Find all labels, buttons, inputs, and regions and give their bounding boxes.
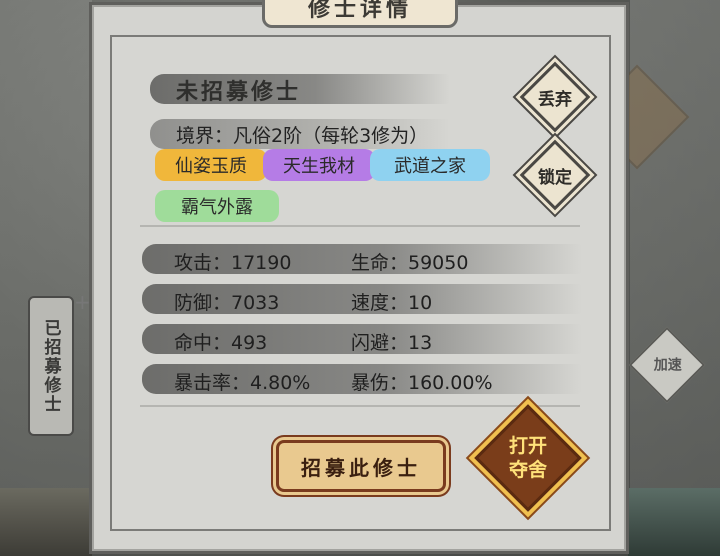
stat-hit: 命中：493 (174, 332, 268, 354)
trait-tag[interactable]: 仙姿玉质 (155, 149, 267, 181)
stat-attack: 攻击：17190 (174, 252, 292, 274)
discard-label: 丢弃 (538, 89, 572, 110)
divider (140, 405, 580, 407)
recruited-cultivators-tab[interactable]: 已招募修士 (28, 296, 74, 436)
dialog-title: 修士详情 (262, 0, 458, 28)
stat-dodge: 闪避：13 (351, 332, 433, 354)
cultivator-name: 未招募修士 (176, 79, 302, 105)
trait-tag[interactable]: 武道之家 (370, 149, 490, 181)
open-seize-label: 打开 夺舍 (508, 435, 547, 481)
stat-hp: 生命：59050 (351, 252, 469, 274)
divider (140, 225, 580, 227)
portrait-left (0, 488, 92, 556)
trait-tag[interactable]: 霸气外露 (155, 190, 279, 222)
portrait-right (628, 488, 720, 556)
lock-label: 锁定 (538, 167, 572, 188)
trait-tag[interactable]: 天生我材 (263, 149, 375, 181)
recruit-button[interactable]: 招募此修士 (276, 440, 446, 492)
speed-up-label: 加速 (653, 357, 682, 374)
background-left-panel (0, 0, 92, 556)
stat-speed: 速度：10 (351, 292, 433, 314)
realm-text: 境界：凡俗2阶（每轮3修为） (176, 125, 429, 147)
stat-defense: 防御：7033 (174, 292, 280, 314)
stat-crit-damage: 暴伤：160.00% (351, 372, 493, 394)
stat-crit-rate: 暴击率：4.80% (174, 372, 311, 394)
